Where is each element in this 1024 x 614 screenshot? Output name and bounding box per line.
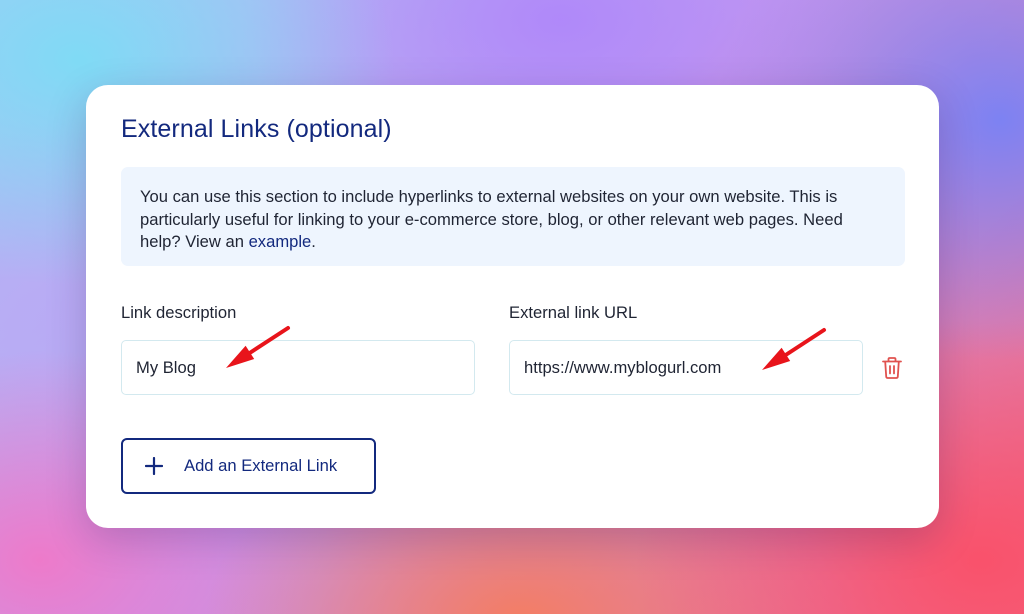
external-link-url-label: External link URL (509, 303, 638, 322)
external-links-card: External Links (optional) You can use th… (86, 85, 939, 528)
link-description-label: Link description (121, 303, 237, 322)
info-box: You can use this section to include hype… (121, 167, 905, 266)
info-body: You can use this section to include hype… (140, 187, 843, 251)
example-link[interactable]: example (249, 232, 312, 251)
link-description-input[interactable] (121, 340, 475, 395)
info-text: You can use this section to include hype… (140, 186, 885, 254)
section-title: External Links (optional) (121, 115, 392, 143)
info-trailing: . (311, 232, 316, 251)
trash-icon (882, 357, 902, 379)
add-external-link-label: Add an External Link (184, 456, 338, 475)
add-external-link-button[interactable]: Add an External Link (121, 438, 376, 494)
external-link-url-input[interactable] (509, 340, 863, 395)
plus-icon (145, 457, 163, 475)
delete-link-button[interactable] (879, 354, 905, 382)
